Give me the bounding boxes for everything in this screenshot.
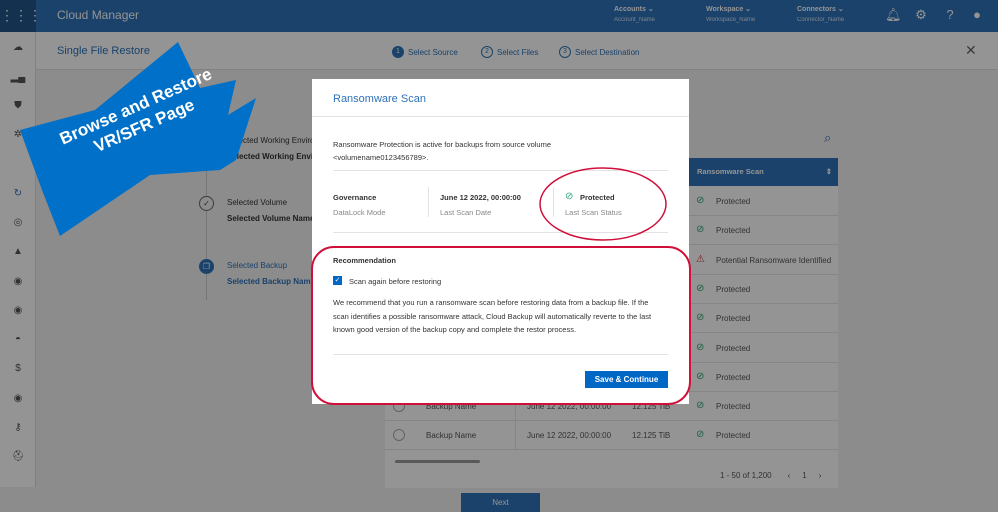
annotation-layer	[20, 42, 691, 405]
annotation-box	[311, 246, 691, 405]
annotation-ellipse	[539, 167, 667, 241]
